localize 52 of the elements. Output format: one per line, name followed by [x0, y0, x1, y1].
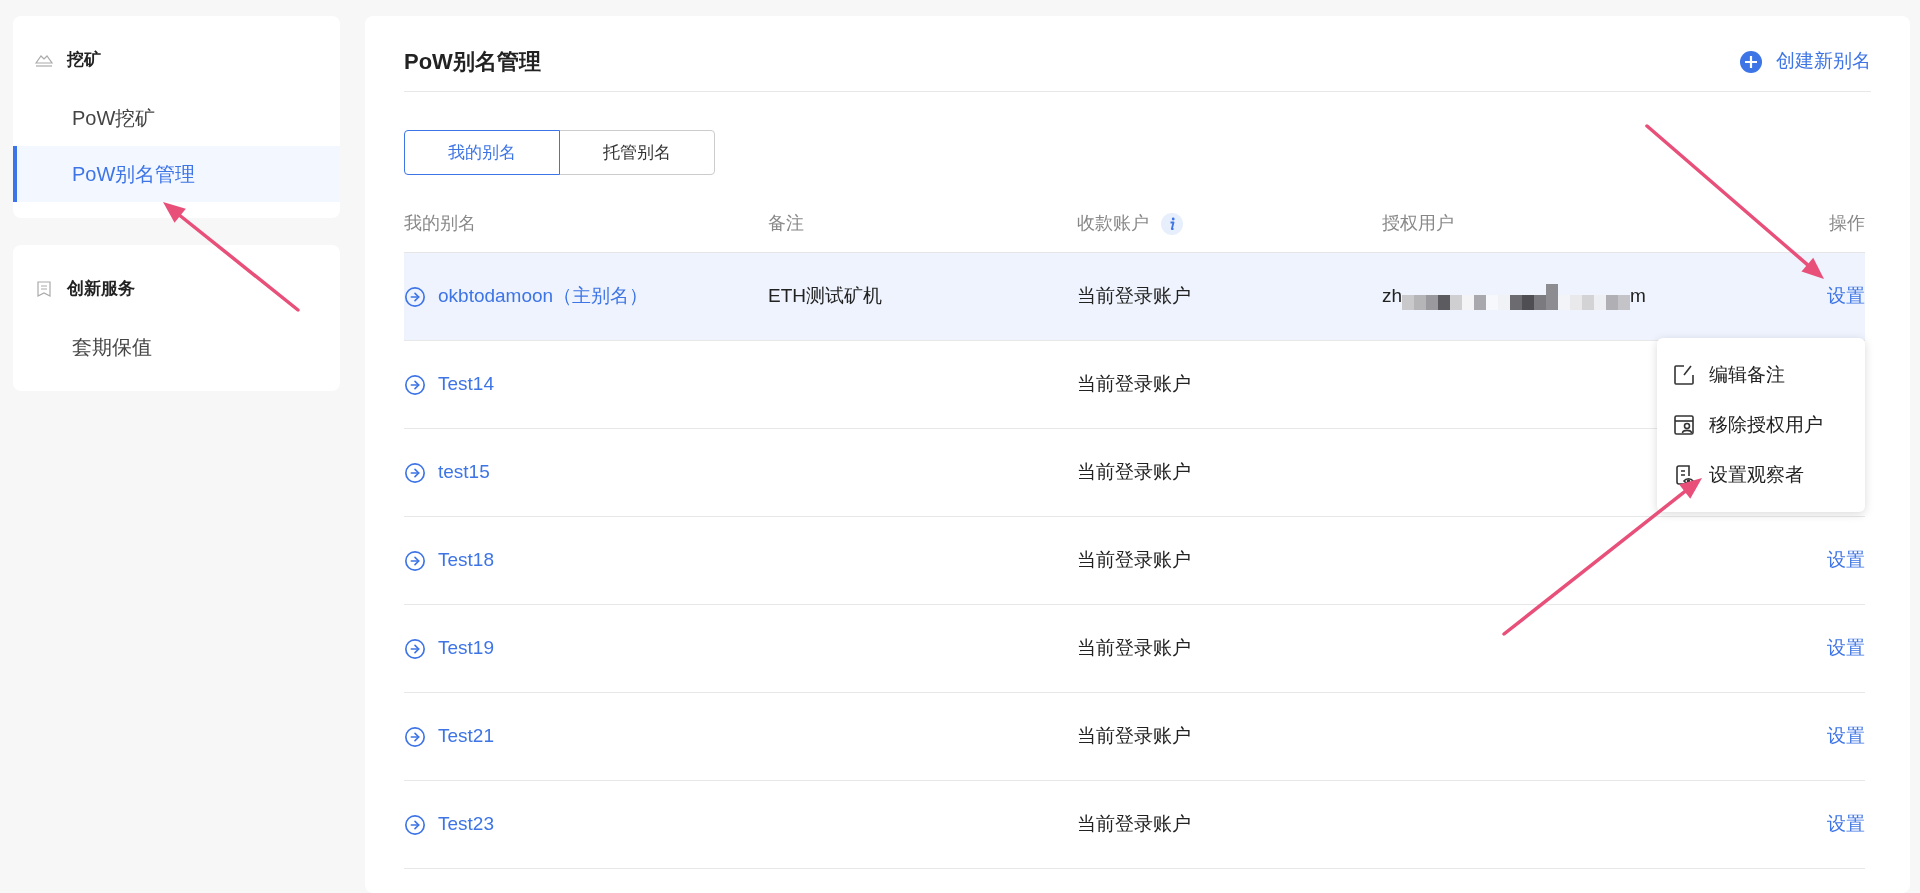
alias-link[interactable]: test15: [438, 458, 490, 487]
sidebar-group-title: 挖矿: [67, 49, 101, 72]
sidebar-item[interactable]: 套期保值: [13, 319, 340, 375]
menu-item[interactable]: 编辑备注: [1657, 350, 1865, 400]
arrow-circle-icon: [404, 549, 426, 572]
arrow-circle-icon: [404, 285, 426, 308]
remark-text: ETH测试矿机: [768, 285, 882, 307]
account-text: 当前登录账户: [1077, 725, 1191, 747]
alias-link[interactable]: Test18: [438, 546, 494, 575]
settings-link[interactable]: 设置: [1827, 722, 1865, 751]
account-text: 当前登录账户: [1077, 549, 1191, 571]
column-header: 我的别名: [404, 212, 476, 235]
settings-link[interactable]: 设置: [1827, 634, 1865, 663]
sidebar-group-title: 创新服务: [67, 278, 135, 301]
account-text: 当前登录账户: [1077, 813, 1191, 835]
arrow-circle-icon: [404, 373, 426, 396]
alias-link[interactable]: Test23: [438, 810, 494, 839]
column-header: 收款账户: [1077, 212, 1149, 235]
alias-link[interactable]: Test19: [438, 634, 494, 663]
settings-link[interactable]: 设置: [1827, 546, 1865, 575]
alias-link[interactable]: Test21: [438, 722, 494, 751]
sidebar-item[interactable]: PoW别名管理: [13, 146, 340, 202]
document-icon: [37, 281, 51, 297]
user-text: m: [1630, 284, 1646, 309]
column-header: 授权用户: [1382, 212, 1454, 235]
sidebar-item[interactable]: PoW挖矿: [13, 90, 340, 146]
column-header: 备注: [768, 212, 804, 235]
create-alias-button[interactable]: 创建新别名: [1740, 47, 1871, 76]
edit-icon: [1673, 364, 1695, 386]
settings-link[interactable]: 设置: [1827, 810, 1865, 839]
arrow-circle-icon: [404, 461, 426, 484]
mountain-icon: [35, 53, 53, 67]
column-header: 操作: [1829, 212, 1865, 235]
tab[interactable]: 托管别名: [559, 130, 715, 175]
plus-icon: [1740, 50, 1762, 73]
menu-item[interactable]: 设置观察者: [1657, 450, 1865, 500]
settings-link[interactable]: 设置: [1827, 282, 1865, 311]
alias-link[interactable]: Test14: [438, 370, 494, 399]
document-eye-icon: [1673, 464, 1695, 486]
menu-item[interactable]: 移除授权用户: [1657, 400, 1865, 450]
account-text: 当前登录账户: [1077, 461, 1191, 483]
account-text: 当前登录账户: [1077, 285, 1191, 307]
user-text: zh: [1382, 284, 1403, 309]
page-title: PoW别名管理: [404, 48, 541, 76]
account-text: 当前登录账户: [1077, 637, 1191, 659]
account-text: 当前登录账户: [1077, 373, 1191, 395]
arrow-circle-icon: [404, 725, 426, 748]
tab[interactable]: 我的别名: [404, 130, 560, 175]
alias-link[interactable]: okbtodamoon（主别名）: [438, 282, 649, 311]
arrow-circle-icon: [404, 637, 426, 660]
user-card-icon: [1673, 414, 1695, 436]
arrow-circle-icon: [404, 813, 426, 836]
